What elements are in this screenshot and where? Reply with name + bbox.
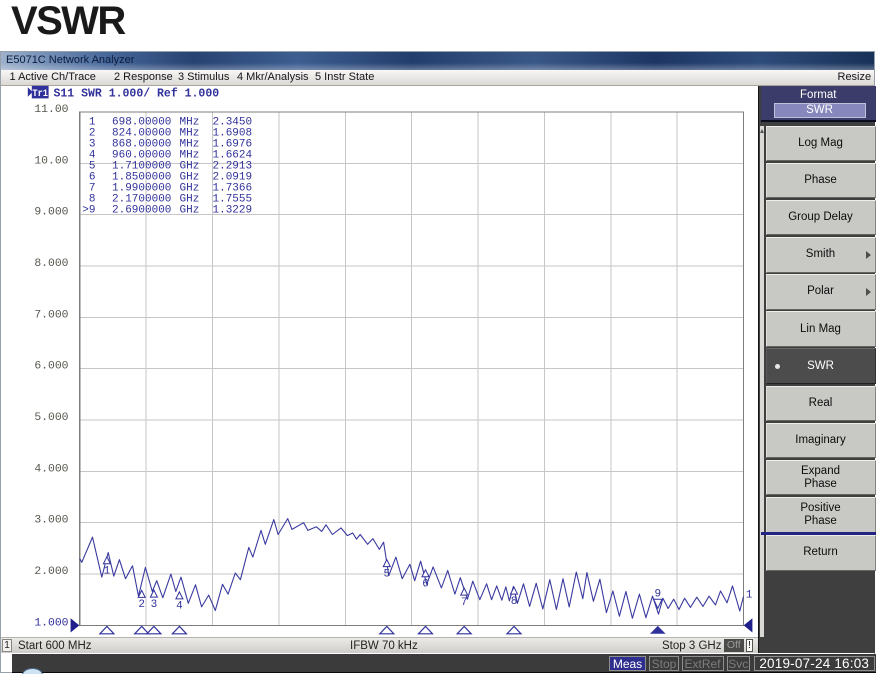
svg-text:1.000: 1.000 — [34, 617, 68, 629]
svg-text:5: 5 — [383, 568, 390, 580]
svg-text:7: 7 — [461, 597, 468, 609]
svg-text:11.00: 11.00 — [34, 104, 68, 116]
svg-text:>9: >9 — [82, 204, 95, 216]
svg-text:6: 6 — [422, 579, 429, 591]
svg-text:4.000: 4.000 — [34, 463, 68, 475]
svg-text:9: 9 — [654, 589, 661, 601]
svg-text:6.000: 6.000 — [34, 361, 68, 373]
svg-text:4: 4 — [176, 601, 183, 613]
svg-text:10.00: 10.00 — [34, 155, 68, 167]
svg-text:1: 1 — [746, 590, 753, 602]
svg-text:2.6900000: 2.6900000 — [112, 204, 171, 216]
svg-text:3.000: 3.000 — [34, 515, 68, 527]
svg-text:3: 3 — [151, 599, 158, 611]
svg-text:2: 2 — [138, 599, 145, 611]
svg-text:8.000: 8.000 — [34, 258, 68, 270]
svg-text:1.3229: 1.3229 — [213, 204, 253, 216]
svg-text:Tr1: Tr1 — [32, 88, 48, 100]
svg-text:7.000: 7.000 — [34, 309, 68, 321]
svg-text:GHz: GHz — [180, 204, 200, 216]
svg-text:8: 8 — [511, 596, 518, 608]
svg-text:9.000: 9.000 — [34, 207, 68, 219]
svg-text:2.000: 2.000 — [34, 566, 68, 578]
svg-text:5.000: 5.000 — [34, 412, 68, 424]
svg-text:S11 SWR 1.000/ Ref 1.000: S11 SWR 1.000/ Ref 1.000 — [54, 87, 220, 100]
svg-text:1: 1 — [104, 566, 111, 578]
